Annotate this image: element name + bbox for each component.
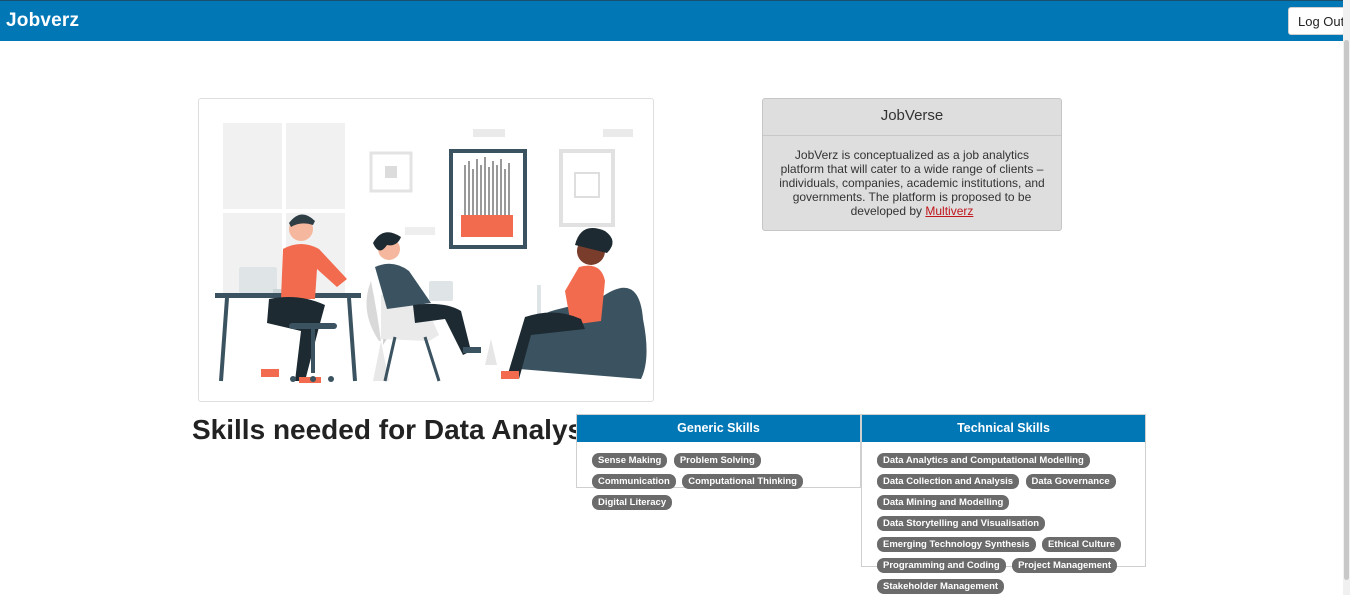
skill-badge: Data Analytics and Computational Modelli… <box>877 453 1090 468</box>
hero-illustration <box>198 98 654 402</box>
generic-skills-list: Sense Making Problem Solving Communicati… <box>577 442 860 517</box>
office-team-illustration <box>215 123 647 383</box>
generic-skills-header: Generic Skills <box>577 415 860 442</box>
skill-badge: Stakeholder Management <box>877 579 1005 594</box>
skill-badge: Ethical Culture <box>1042 537 1122 552</box>
skill-badge: Data Governance <box>1025 474 1116 489</box>
jobverse-info-card: JobVerse JobVerz is conceptualized as a … <box>762 98 1062 231</box>
technical-skills-card: Technical Skills Data Analytics and Comp… <box>861 414 1146 594</box>
skill-badge: Communication <box>592 474 676 489</box>
top-navbar: Jobverz <box>0 0 1343 41</box>
skill-badge: Digital Literacy <box>592 495 673 510</box>
skill-badge: Data Mining and Modelling <box>877 495 1010 510</box>
skill-badge: Problem Solving <box>673 453 761 468</box>
logout-button[interactable]: Log Out <box>1288 7 1346 35</box>
skill-badge: Project Management <box>1012 558 1118 573</box>
multiverz-link[interactable]: Multiverz <box>925 204 973 218</box>
skill-badge: Sense Making <box>592 453 668 468</box>
info-card-title: JobVerse <box>763 99 1061 136</box>
skill-badge: Programming and Coding <box>877 558 1006 573</box>
info-card-text: JobVerz is conceptualized as a job analy… <box>779 148 1045 218</box>
brand-logo[interactable]: Jobverz <box>6 10 79 32</box>
skill-badge: Data Storytelling and Visualisation <box>877 516 1046 531</box>
technical-skills-header: Technical Skills <box>862 415 1145 442</box>
scrollbar-thumb[interactable] <box>1344 40 1349 580</box>
page-heading: Skills needed for Data Analyst <box>192 414 593 445</box>
skill-badge: Data Collection and Analysis <box>877 474 1020 489</box>
skill-badge: Emerging Technology Synthesis <box>877 537 1036 552</box>
technical-skills-list: Data Analytics and Computational Modelli… <box>862 442 1145 601</box>
info-card-body: JobVerz is conceptualized as a job analy… <box>763 136 1061 218</box>
skill-badge: Computational Thinking <box>682 474 803 489</box>
generic-skills-card: Generic Skills Sense Making Problem Solv… <box>576 414 861 510</box>
